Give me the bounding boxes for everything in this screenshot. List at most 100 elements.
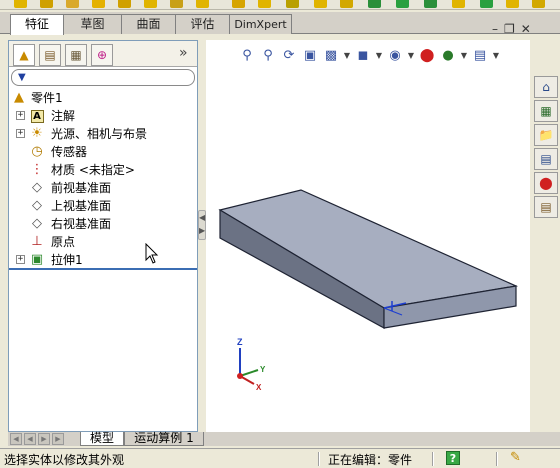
tab-motion-study[interactable]: 运动算例 1: [124, 432, 204, 446]
panel-splitter[interactable]: ◀ ▶: [198, 210, 206, 240]
filter-icon: ▼: [18, 72, 26, 83]
axis-triad: [237, 348, 259, 385]
toolbar-icon[interactable]: [340, 0, 353, 8]
file-explorer-icon[interactable]: 📁: [534, 124, 558, 146]
tree-item-origin[interactable]: ⊥ 原点: [9, 233, 197, 251]
expand-toggle[interactable]: +: [16, 255, 25, 264]
rollback-bar[interactable]: [9, 268, 197, 270]
toolbar-icon[interactable]: [144, 0, 157, 8]
toolbar-icon[interactable]: [314, 0, 327, 8]
toolbar-icon[interactable]: [196, 0, 209, 8]
property-manager-icon[interactable]: ▤: [39, 44, 61, 66]
prev-tab-icon[interactable]: ◀: [24, 433, 36, 445]
dim-xpert-manager-icon[interactable]: ⊕: [91, 44, 113, 66]
toolbar-icon[interactable]: [506, 0, 519, 8]
tree-item-label: 前视基准面: [51, 181, 112, 195]
toolbar-icon[interactable]: [258, 0, 271, 8]
sensors-icon: ◷: [31, 144, 43, 159]
status-separator: [432, 452, 434, 466]
status-message: 选择实体以修改其外观: [4, 453, 125, 467]
feature-tree: ▲ 零件1 + A 注解 + ☀ 光源、相机与布景 ◷ 传感器 ⋮ 材质 <未指…: [9, 89, 197, 269]
tab-features[interactable]: 特征: [10, 14, 64, 35]
tab-model[interactable]: 模型: [80, 432, 124, 446]
origin-icon: ⊥: [31, 234, 43, 249]
tab-evaluate[interactable]: 评估: [175, 14, 230, 34]
feature-manager-icon[interactable]: ▲: [13, 44, 35, 66]
extrude-icon: ▣: [30, 252, 44, 267]
feature-filter-input[interactable]: ▼: [11, 69, 195, 86]
solidworks-resources-icon[interactable]: ⌂: [534, 76, 558, 98]
toolbar-icon[interactable]: [40, 0, 53, 8]
tree-item-label: 光源、相机与布景: [51, 127, 148, 141]
toolbar-icon[interactable]: [396, 0, 409, 8]
plane-icon: ◇: [32, 180, 42, 195]
tree-item-label: 上视基准面: [51, 199, 112, 213]
tree-item-label: 注解: [51, 109, 76, 123]
material-icon: ⋮: [30, 162, 44, 177]
tag-icon[interactable]: ✎: [510, 450, 521, 465]
plane-icon: ◇: [32, 216, 42, 231]
editing-status: 正在编辑：零件: [328, 453, 413, 467]
tree-item-lights-cameras[interactable]: + ☀ 光源、相机与布景: [9, 125, 197, 143]
tab-dimxpert[interactable]: DimXpert: [229, 14, 292, 34]
triad-x-label: X: [256, 383, 262, 392]
toolbar-icon[interactable]: [92, 0, 105, 8]
tree-item-right-plane[interactable]: ◇ 右视基准面: [9, 215, 197, 233]
panel-collapse-button[interactable]: »: [179, 46, 188, 60]
toolbar-icon[interactable]: [66, 0, 79, 8]
close-icon[interactable]: ✕: [521, 22, 531, 36]
appearances-icon[interactable]: ⬤: [534, 172, 558, 194]
toolbar-icon[interactable]: [170, 0, 183, 8]
task-pane-tabs: ⌂ ▦ 📁 ▤ ⬤ ▤: [534, 76, 558, 221]
tree-root-label: 零件1: [31, 91, 63, 105]
toolbar-icon[interactable]: [480, 0, 493, 8]
part-icon: ▲: [14, 90, 24, 105]
toolbar-icon[interactable]: [14, 0, 27, 8]
next-tab-icon[interactable]: ▶: [38, 433, 50, 445]
last-tab-icon[interactable]: ▶: [52, 433, 64, 445]
mouse-cursor-icon: [145, 243, 159, 264]
view-palette-icon[interactable]: ▤: [534, 148, 558, 170]
design-library-icon[interactable]: ▦: [534, 100, 558, 122]
part-model[interactable]: Z Y X: [206, 40, 530, 432]
triad-y-label: Y: [260, 365, 266, 374]
first-tab-icon[interactable]: ◀: [10, 433, 22, 445]
command-manager-tabs: 特征 草图 曲面 评估 DimXpert: [0, 12, 560, 35]
tree-item-material[interactable]: ⋮ 材质 <未指定>: [9, 161, 197, 179]
toolbar-icon[interactable]: [452, 0, 465, 8]
tree-item-label: 右视基准面: [51, 217, 112, 231]
toolbar-icon[interactable]: [232, 0, 245, 8]
lights-cameras-icon: ☀: [31, 126, 43, 141]
tab-sketch[interactable]: 草图: [63, 14, 122, 34]
tree-item-annotations[interactable]: + A 注解: [9, 107, 197, 125]
bottom-tab-bar: ◀ ◀ ▶ ▶ 模型 运动算例 1: [8, 432, 560, 446]
configuration-manager-icon[interactable]: ▦: [65, 44, 87, 66]
tree-item-extrude[interactable]: + ▣ 拉伸1: [9, 251, 197, 269]
help-icon[interactable]: ?: [446, 451, 460, 465]
toolbar-icon[interactable]: [286, 0, 299, 8]
expand-toggle[interactable]: +: [16, 129, 25, 138]
toolbar-icon[interactable]: [368, 0, 381, 8]
top-toolbar: [0, 0, 560, 10]
tree-item-label: 原点: [51, 235, 76, 249]
restore-icon[interactable]: ❐: [504, 22, 515, 36]
tree-item-sensors[interactable]: ◷ 传感器: [9, 143, 197, 161]
triad-z-label: Z: [237, 337, 243, 347]
tree-item-front-plane[interactable]: ◇ 前视基准面: [9, 179, 197, 197]
custom-properties-icon[interactable]: ▤: [534, 196, 558, 218]
expand-toggle[interactable]: +: [16, 111, 25, 120]
tree-item-label: 传感器: [51, 145, 88, 159]
tab-surfaces[interactable]: 曲面: [121, 14, 176, 34]
tree-root[interactable]: ▲ 零件1: [9, 89, 197, 107]
status-bar: 选择实体以修改其外观 正在编辑：零件 ? ✎: [0, 448, 560, 468]
tree-item-label: 拉伸1: [51, 253, 83, 267]
tree-item-top-plane[interactable]: ◇ 上视基准面: [9, 197, 197, 215]
annotations-icon: A: [29, 108, 45, 124]
minimize-icon[interactable]: –: [492, 22, 498, 36]
feature-manager-panel: ▲ ▤ ▦ ⊕ » ▼ ▲ 零件1 + A 注解 + ☀ 光源、相机与布景 ◷ …: [8, 40, 198, 432]
toolbar-icon[interactable]: [532, 0, 545, 8]
plane-icon: ◇: [32, 198, 42, 213]
toolbar-icon[interactable]: [424, 0, 437, 8]
toolbar-icon[interactable]: [118, 0, 131, 8]
status-separator: [496, 452, 498, 466]
